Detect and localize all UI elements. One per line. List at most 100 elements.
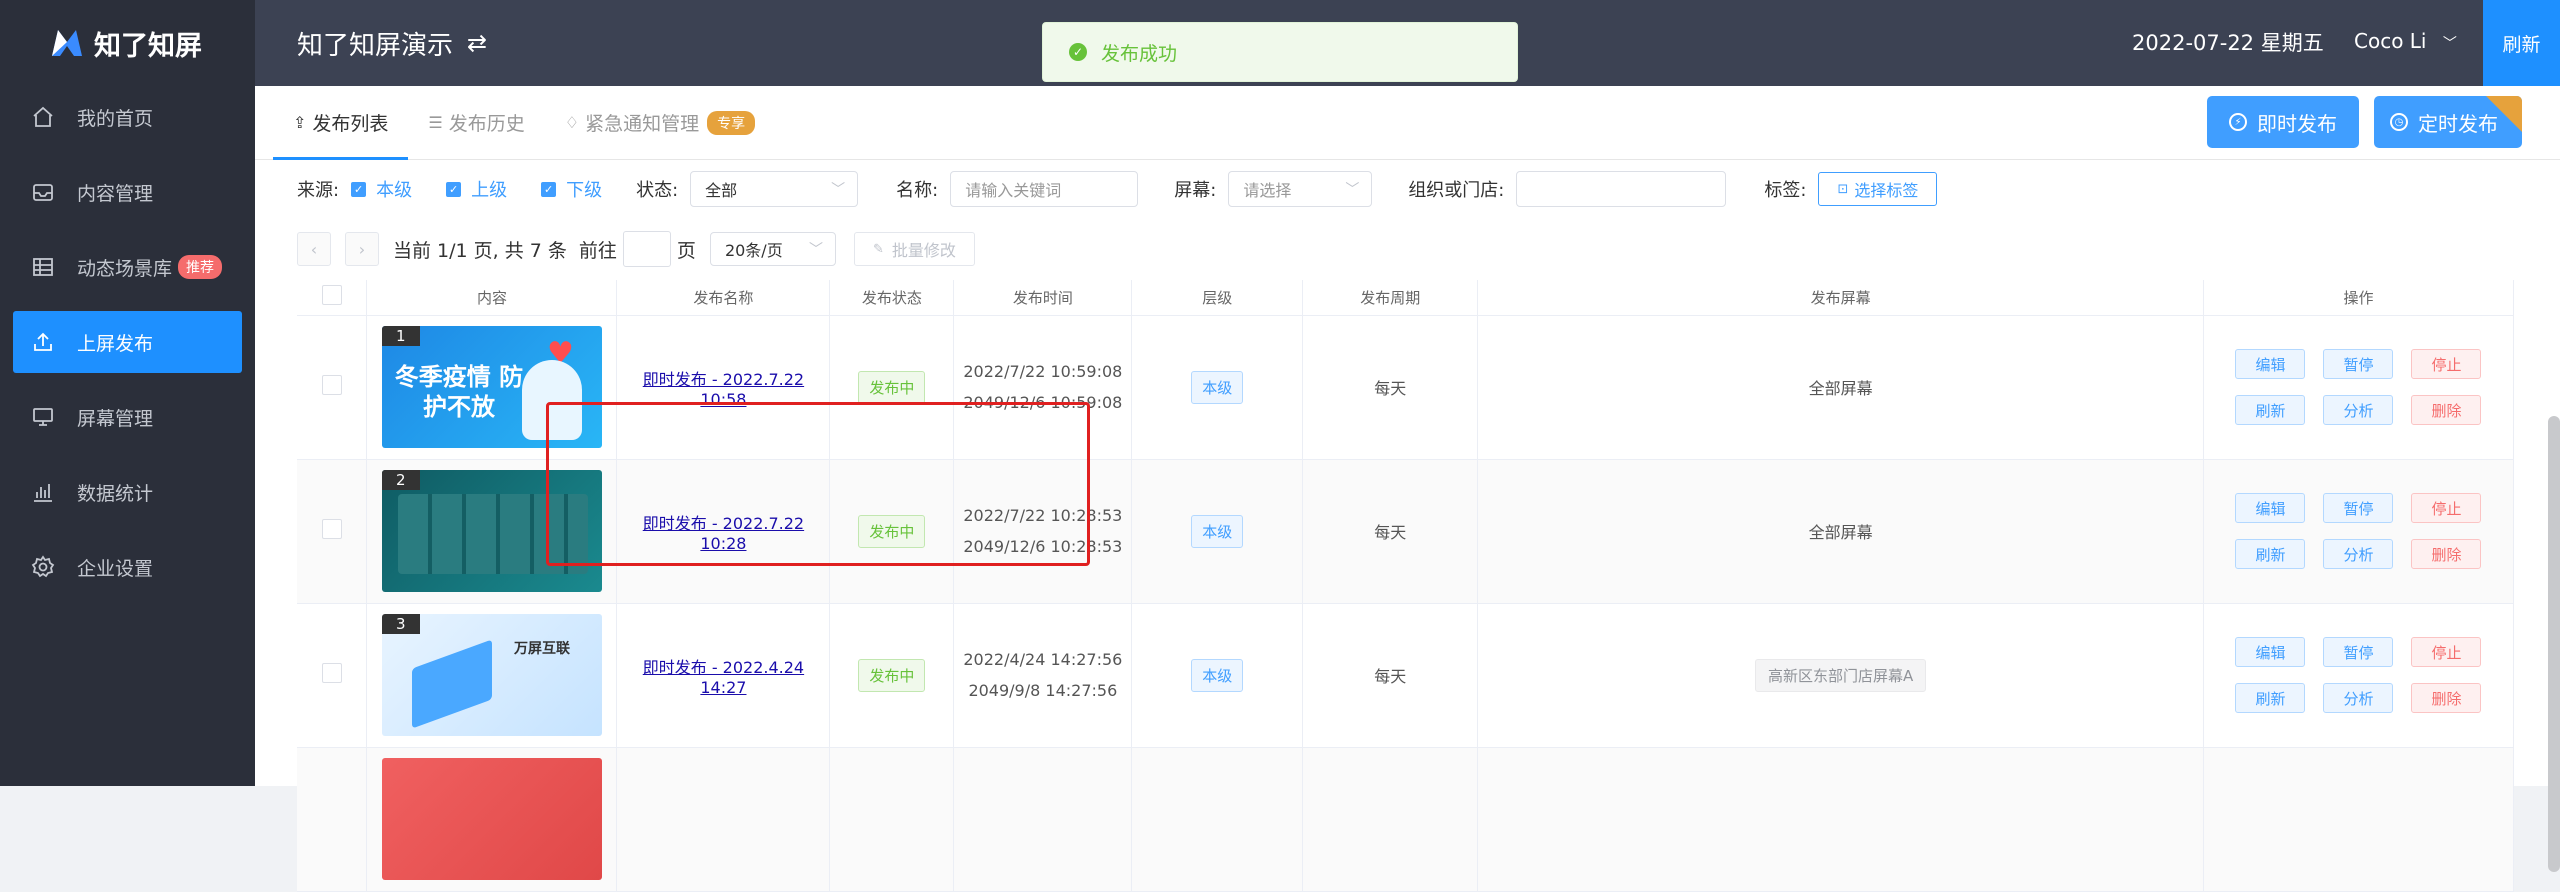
- screen-label: 屏幕:: [1174, 180, 1217, 201]
- level-badge: 本级: [1191, 370, 1244, 404]
- column-header: 发布名称: [616, 280, 831, 316]
- row-select-cell: [297, 603, 368, 748]
- source-option-upper[interactable]: 上级: [471, 176, 507, 202]
- status-select[interactable]: 全部 ﹀: [690, 171, 859, 207]
- menu-board-image: [397, 494, 588, 574]
- tab-label: 发布历史: [448, 113, 525, 135]
- publish-name-link[interactable]: 即时发布 - 2022.4.24 14:27: [643, 658, 804, 697]
- edit-button[interactable]: 编辑: [2235, 637, 2306, 667]
- org-label: 组织或门店:: [1408, 180, 1505, 201]
- source-option-local[interactable]: 本级: [376, 176, 412, 202]
- sidebar-item-label: 企业设置: [77, 557, 154, 580]
- refresh-row-button[interactable]: 刷新: [2235, 539, 2306, 569]
- app-title[interactable]: 知了知屏演示 ⇄: [297, 25, 487, 62]
- filter-bar: 来源: ✓ 本级 ✓ 上级 ✓ 下级 状态: 全部 ﹀ 名称: 请输入关键词 屏…: [255, 160, 2560, 218]
- status-cell: 发布中: [829, 315, 955, 460]
- edit-button[interactable]: 编辑: [2235, 349, 2306, 379]
- status-cell: 发布中: [829, 603, 955, 748]
- refresh-row-button[interactable]: 刷新: [2235, 683, 2306, 713]
- publish-name-link[interactable]: 即时发布 - 2022.7.22 10:28: [643, 514, 804, 553]
- goto-label: 前往: [578, 239, 617, 262]
- org-input[interactable]: [1516, 171, 1727, 207]
- level-badge: 本级: [1191, 658, 1244, 692]
- empty-cell: [2203, 747, 2515, 892]
- sidebar: 知了知屏 我的首页 内容管理 动态场景库 推荐 上屏发布 屏幕管理 数据统计 企…: [0, 0, 255, 786]
- history-icon: ☰: [428, 113, 443, 132]
- instant-publish-button[interactable]: ⚡ 即时发布: [2207, 96, 2359, 148]
- row-checkbox[interactable]: [321, 663, 342, 683]
- publish-name-link[interactable]: 即时发布 - 2022.7.22 10:58: [643, 370, 804, 409]
- sidebar-item-home[interactable]: 我的首页: [13, 86, 242, 148]
- pause-button[interactable]: 暂停: [2323, 493, 2394, 523]
- sidebar-item-screens[interactable]: 屏幕管理: [13, 386, 242, 448]
- scheduled-publish-button[interactable]: ◷ 定时发布: [2374, 96, 2522, 148]
- source-option-lower[interactable]: 下级: [566, 176, 602, 202]
- source-checkbox-upper[interactable]: ✓: [446, 181, 462, 197]
- row-select-cell: [297, 747, 368, 892]
- delete-button[interactable]: 删除: [2411, 683, 2482, 713]
- page-suffix: 页: [676, 239, 696, 262]
- select-all-checkbox[interactable]: [321, 285, 342, 306]
- row-checkbox[interactable]: [321, 519, 342, 539]
- tab-emergency-notice[interactable]: ♢ 紧急通知管理 专享: [564, 86, 756, 160]
- name-placeholder: 请输入关键词: [965, 181, 1062, 200]
- screen-select[interactable]: 请选择 ﹀: [1228, 171, 1373, 207]
- screen-cell: 高新区东部门店屏幕A: [1477, 603, 2204, 748]
- toast-message: 发布成功: [1101, 42, 1178, 65]
- analyze-button[interactable]: 分析: [2323, 539, 2394, 569]
- main-content: ⇪ 发布列表 ☰ 发布历史 ♢ 紧急通知管理 专享 ⚡ 即时发布 ◷ 定时发布 …: [255, 86, 2560, 892]
- exclusive-badge: 专享: [707, 110, 756, 135]
- monitor-icon: [33, 408, 53, 426]
- content-thumbnail[interactable]: [381, 757, 602, 880]
- button-label: 批量修改: [891, 241, 956, 260]
- source-checkbox-local[interactable]: ✓: [351, 181, 367, 197]
- pause-button[interactable]: 暂停: [2323, 637, 2394, 667]
- tab-label: 发布列表: [312, 113, 389, 135]
- content-thumbnail[interactable]: 3 万屏互联: [381, 614, 602, 736]
- pause-button[interactable]: 暂停: [2323, 349, 2394, 379]
- logo: 知了知屏: [0, 0, 255, 86]
- batch-edit-button[interactable]: ✎ 批量修改: [853, 232, 975, 266]
- content-thumbnail[interactable]: 2: [381, 470, 602, 592]
- analyze-button[interactable]: 分析: [2323, 683, 2394, 713]
- user-menu[interactable]: Coco Li ﹀: [2354, 29, 2457, 53]
- row-checkbox[interactable]: [321, 375, 342, 395]
- stop-button[interactable]: 停止: [2411, 637, 2482, 667]
- page-jump-input[interactable]: [622, 231, 671, 267]
- pagination: ‹ › 当前 1/1 页, 共 7 条 前往 页 20条/页 ﹀ ✎ 批量修改: [255, 218, 2560, 280]
- switch-icon[interactable]: ⇄: [467, 29, 487, 57]
- sidebar-item-stats[interactable]: 数据统计: [13, 461, 242, 523]
- next-page-button[interactable]: ›: [345, 232, 379, 266]
- name-search-input[interactable]: 请输入关键词: [950, 171, 1139, 207]
- source-checkbox-lower[interactable]: ✓: [541, 181, 557, 197]
- delete-button[interactable]: 删除: [2411, 395, 2482, 425]
- prev-page-button[interactable]: ‹: [297, 232, 331, 266]
- refresh-row-button[interactable]: 刷新: [2235, 395, 2306, 425]
- cycle-cell: 每天: [1302, 315, 1479, 460]
- delete-button[interactable]: 删除: [2411, 539, 2482, 569]
- analyze-button[interactable]: 分析: [2323, 395, 2394, 425]
- sidebar-item-scenes[interactable]: 动态场景库 推荐: [13, 236, 242, 298]
- stop-button[interactable]: 停止: [2411, 493, 2482, 523]
- bell-icon: ♢: [564, 113, 580, 132]
- sidebar-item-publish[interactable]: 上屏发布: [13, 311, 242, 373]
- stop-button[interactable]: 停止: [2411, 349, 2482, 379]
- tab-publish-list[interactable]: ⇪ 发布列表: [272, 86, 409, 160]
- edit-button[interactable]: 编辑: [2235, 493, 2306, 523]
- page-size-select[interactable]: 20条/页 ﹀: [709, 232, 836, 266]
- refresh-button[interactable]: 刷新: [2483, 0, 2560, 86]
- tab-publish-history[interactable]: ☰ 发布历史: [428, 86, 524, 160]
- empty-cell: [1302, 747, 1479, 892]
- thumbnail-text: 冬季疫情 防护不放: [394, 363, 524, 421]
- page-info: 当前 1/1 页, 共 7 条: [393, 239, 567, 262]
- button-label: 选择标签: [1854, 181, 1919, 200]
- start-time: 2022/7/22 10:28:53: [963, 506, 1123, 525]
- vertical-scrollbar[interactable]: [2548, 416, 2560, 872]
- sidebar-item-settings[interactable]: 企业设置: [13, 536, 242, 598]
- select-tag-button[interactable]: ⊡ 选择标签: [1818, 172, 1938, 206]
- name-cell: 即时发布 - 2022.7.22 10:58: [616, 315, 831, 460]
- sidebar-item-content[interactable]: 内容管理: [13, 161, 242, 223]
- table-icon: [33, 258, 53, 276]
- time-cell: 2022/4/24 14:27:56 2049/9/8 14:27:56: [953, 603, 1133, 748]
- content-thumbnail[interactable]: 1 冬季疫情 防护不放 ♥: [381, 326, 602, 448]
